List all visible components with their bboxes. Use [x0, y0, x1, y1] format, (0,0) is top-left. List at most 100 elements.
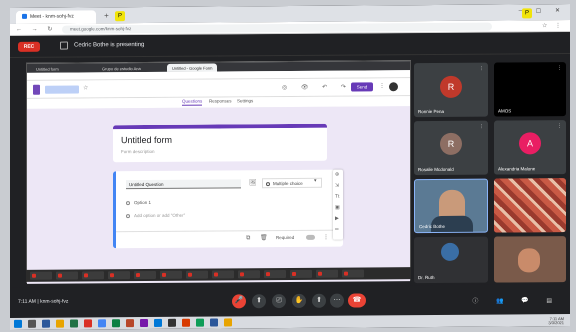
video-icon: ▶: [335, 215, 339, 222]
participant-tile[interactable]: ⋮ AMOS: [494, 62, 566, 117]
radio-icon: [266, 181, 270, 186]
title-icon: Tt: [335, 193, 340, 200]
participant-tile-video[interactable]: [494, 178, 566, 233]
more-icon: ⋮: [379, 83, 385, 90]
send-button: Send: [351, 82, 373, 92]
app-icon[interactable]: [112, 319, 120, 328]
captions-button[interactable]: ⎚: [272, 294, 286, 309]
raise-hand-button[interactable]: ✋: [292, 293, 306, 308]
taskbar-item: [342, 269, 364, 278]
app-icon[interactable]: [84, 319, 92, 328]
meet-side-icons[interactable]: ⓘ 👥 💬 ▤: [472, 295, 560, 305]
app-icon[interactable]: [140, 318, 148, 328]
taskbar-item: [212, 270, 234, 279]
meet-favicon-icon: [22, 14, 27, 20]
windows-taskbar: 7:11 AM 3/3/2021: [10, 314, 570, 330]
option-label: Option 1: [134, 199, 152, 206]
form-description: Form description: [121, 148, 155, 155]
meeting-details: 7:11 AM | knm-sohj-fvz: [18, 299, 68, 305]
folder-icon[interactable]: [56, 319, 64, 328]
shared-tab: Untitled form: [36, 66, 59, 72]
participant-name: Cedric Bothe: [419, 223, 446, 230]
participant-name: AMOS: [498, 108, 512, 114]
image-add-icon: ▣: [335, 204, 340, 211]
taskbar-item: [290, 269, 312, 278]
more-options-button[interactable]: ⋯: [330, 293, 344, 308]
app-icon[interactable]: [168, 318, 176, 327]
app-icon[interactable]: [126, 319, 134, 328]
participant-avatar: R: [440, 75, 462, 98]
image-icon: 🖼: [249, 180, 257, 187]
address-bar[interactable]: meet.google.com/knm-sohj-fvz: [62, 22, 492, 34]
star-icon: ☆: [83, 85, 89, 92]
more-icon: ⋮: [557, 65, 562, 72]
participant-avatar: R: [440, 132, 462, 155]
participant-tile[interactable]: R ⋮ Rosalie Mcdonald: [414, 120, 488, 176]
required-label: Required: [276, 234, 295, 241]
tab-responses: Responses: [209, 98, 232, 104]
app-icon[interactable]: [210, 318, 218, 327]
app-icon[interactable]: [154, 318, 162, 327]
duplicate-delete-icons: ⧉ 🗑: [246, 235, 272, 242]
clock-date: 3/3/2021: [548, 320, 564, 326]
section-icon: ═: [335, 226, 339, 233]
chevron-down-icon: ▾: [314, 177, 317, 184]
participant-name: Alexandria Malone: [498, 166, 536, 172]
app-icon[interactable]: [42, 319, 50, 328]
app-icon[interactable]: [224, 318, 232, 327]
add-option-row: Add option or add "Other": [126, 213, 185, 218]
taskbar-item: [264, 270, 286, 279]
taskbar-item: [316, 269, 338, 278]
more-icon: ⋮: [323, 234, 329, 241]
form-title-card: Untitled form Form description: [113, 123, 327, 163]
participant-name: Ronnie Pena: [418, 108, 445, 115]
taskbar-item: [56, 271, 78, 280]
avatar: [389, 82, 398, 92]
import-icon: ⇲: [335, 182, 340, 189]
question-card: Untitled Question 🖼 Multiple choice ▾ Op…: [113, 169, 343, 249]
camera-button[interactable]: ⬆: [252, 294, 266, 309]
option-row: Option 1: [126, 200, 151, 205]
form-canvas: Untitled form Form description Untitled …: [27, 106, 410, 284]
meet-control-bar: 7:11 AM | knm-sohj-fvz 🎤 ⬆ ⎚ ✋ ⬆ ⋯ ☎ ⓘ 👥…: [10, 284, 570, 318]
nav-buttons[interactable]: ← → ↻: [16, 26, 56, 33]
app-icon[interactable]: [182, 318, 190, 327]
more-icon: ⋮: [557, 123, 562, 130]
browser-tab-meet[interactable]: Meet - knm-sohj-fvz: [16, 10, 96, 24]
participant-tile[interactable]: R ⋮ Ronnie Pena: [414, 62, 488, 118]
app-icon[interactable]: [70, 319, 78, 328]
participant-name: Dr. Ruth: [418, 274, 435, 281]
window-controls[interactable]: – ▢ ✕: [519, 7, 566, 14]
participant-tile[interactable]: Dr. Ruth: [414, 236, 488, 284]
new-tab-button[interactable]: +: [102, 11, 111, 20]
participant-name: Rosalie Mcdonald: [418, 166, 454, 173]
forms-logo-icon: [33, 84, 40, 95]
pen-marker-icon[interactable]: P: [115, 11, 125, 22]
taskbar-item: [134, 270, 156, 280]
chrome-icon[interactable]: [98, 319, 106, 328]
present-screen-icon: [60, 41, 68, 50]
add-question-icon: ⊕: [335, 171, 340, 178]
app-icon[interactable]: [196, 318, 204, 327]
presentation-banner: REC Cedric Bothe is presenting: [10, 32, 570, 58]
mic-button[interactable]: 🎤: [232, 294, 246, 309]
search-icon[interactable]: [28, 319, 36, 328]
present-button[interactable]: ⬆: [312, 293, 326, 308]
taskbar-item: [186, 270, 208, 279]
taskbar-item: [108, 271, 130, 280]
taskbar-item: [82, 271, 104, 280]
system-clock: 7:11 AM 3/3/2021: [548, 316, 564, 326]
form-title: Untitled form: [121, 134, 173, 146]
question-type-select: Multiple choice: [262, 177, 322, 189]
participant-tile-video[interactable]: Cedric Bothe: [414, 178, 488, 234]
taskbar-item: [30, 271, 52, 280]
participant-tile[interactable]: A ⋮ Alexandria Malone: [494, 120, 566, 175]
toolbar-menu-icon[interactable]: ☆ ⋮: [542, 22, 564, 29]
radio-icon: [126, 200, 130, 205]
more-icon: ⋮: [479, 123, 484, 130]
screen: Meet - knm-sohj-fvz + P P – ▢ ✕ ← → ↻ me…: [10, 4, 570, 330]
add-option-label: Add option or add "Other": [134, 212, 186, 219]
participant-tile-video[interactable]: [494, 236, 566, 283]
windows-start-icon[interactable]: [14, 319, 22, 328]
end-call-button[interactable]: ☎: [348, 293, 366, 308]
